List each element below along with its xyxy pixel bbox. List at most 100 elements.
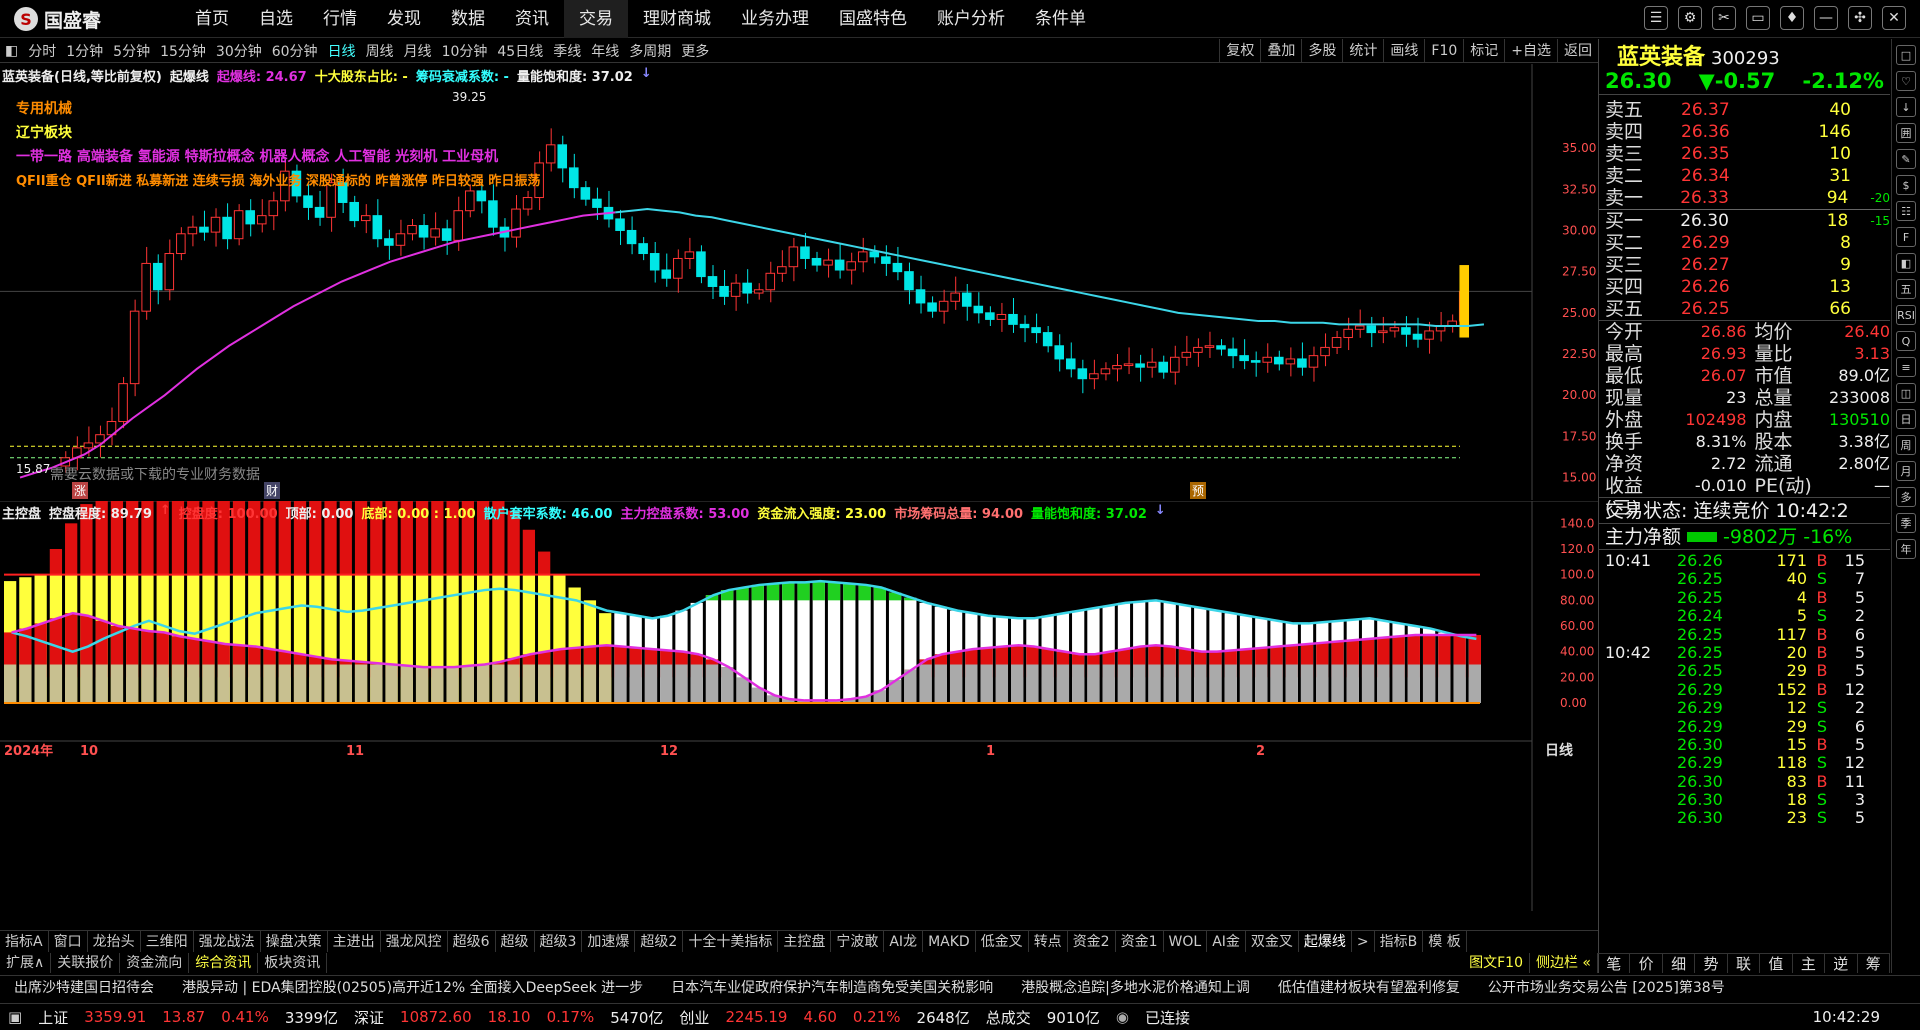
tick-row[interactable]: 26.30 15 B 5 xyxy=(1599,735,1890,754)
quote-tab[interactable]: 筹 xyxy=(1858,954,1890,973)
ask-row[interactable]: 卖五 26.37 40 xyxy=(1599,99,1890,121)
shirt-icon[interactable]: ♦ xyxy=(1780,6,1804,30)
minimize-icon[interactable]: — xyxy=(1814,6,1838,30)
nav-item[interactable]: 行情 xyxy=(308,0,372,38)
toolbar-icon[interactable]: 囲 xyxy=(1896,123,1916,143)
sub-tab[interactable]: 资金流向 xyxy=(120,953,190,973)
tick-row[interactable]: 26.29 118 S 12 xyxy=(1599,753,1890,772)
ask-row[interactable]: 卖二 26.34 31 xyxy=(1599,165,1890,187)
indicator-tab[interactable]: 强龙战法 xyxy=(194,931,261,952)
toolbar-icon[interactable]: □ xyxy=(1896,45,1916,65)
region-tag[interactable]: 辽宁板块 xyxy=(16,122,72,142)
toolbar-icon[interactable]: 季 xyxy=(1896,513,1916,533)
nav-item[interactable]: 账户分析 xyxy=(922,0,1020,38)
news-item[interactable]: 出席沙特建国日招待会 xyxy=(0,976,168,999)
nav-item[interactable]: 交易 xyxy=(564,0,628,38)
indicator-tab[interactable]: 加速爆 xyxy=(582,931,636,952)
indicator-tab[interactable]: 超级6 xyxy=(448,931,496,952)
event-flag[interactable]: 财 xyxy=(264,482,281,499)
tick-row[interactable]: 26.25 40 S 7 xyxy=(1599,569,1890,588)
event-flag[interactable]: 预 xyxy=(1190,482,1207,499)
indicator-tab[interactable]: 龙抬头 xyxy=(88,931,141,952)
bid-row[interactable]: 买四 26.26 13 xyxy=(1599,276,1890,298)
tick-row[interactable]: 26.24 5 S 2 xyxy=(1599,606,1890,625)
period-tab[interactable]: 30分钟 xyxy=(211,41,267,61)
indicator-tab[interactable]: 三维阳 xyxy=(141,931,194,952)
period-tab[interactable]: 60分钟 xyxy=(267,41,323,61)
close-icon[interactable]: ✕ xyxy=(1882,6,1906,30)
toolbar-icon[interactable]: ≡ xyxy=(1896,357,1916,377)
quote-tab[interactable]: 联 xyxy=(1728,954,1761,973)
chart-button[interactable]: 统计 xyxy=(1342,39,1383,63)
settings-icon[interactable]: ⚙ xyxy=(1678,6,1702,30)
toolbar-icon[interactable]: 年 xyxy=(1896,539,1916,559)
news-item[interactable]: 低估值建材板块有望盈利修复 xyxy=(1264,976,1474,999)
tick-row[interactable]: 26.29 29 S 6 xyxy=(1599,717,1890,736)
tick-row[interactable]: 10:41 26.26 171 B 15 xyxy=(1599,551,1890,570)
period-tab[interactable]: 周线 xyxy=(361,41,399,61)
period-tab[interactable]: 15分钟 xyxy=(155,41,211,61)
sub-tab[interactable]: 综合资讯 xyxy=(189,953,259,973)
nav-item[interactable]: 理财商城 xyxy=(628,0,726,38)
toolbar-icon[interactable]: 多 xyxy=(1896,487,1916,507)
quote-tab[interactable]: 势 xyxy=(1695,954,1728,973)
period-tab[interactable]: 日线 xyxy=(323,41,361,61)
feature-tags[interactable]: QFII重仓 QFII新进 私募新进 连续亏损 海外业务 深股通标的 昨曾涨停 … xyxy=(16,170,540,189)
tick-row[interactable]: 26.25 4 B 5 xyxy=(1599,588,1890,607)
chart-button[interactable]: 返回 xyxy=(1557,39,1598,63)
news-item[interactable]: 港股概念追踪|多地水泥价格通知上调 xyxy=(1007,976,1264,999)
sh-label[interactable]: 上证 xyxy=(30,1007,76,1028)
indicator-tab[interactable]: 主进出 xyxy=(328,931,381,952)
tick-list[interactable]: 10:41 26.26 171 B 15 26.25 40 S 7 26.25 4 B 5 26.24 5 S… xyxy=(1599,550,1890,828)
kline-chart[interactable]: 15.00 17.50 20.00 22.50 25.00 27.50 30.00 32.50… xyxy=(0,64,1598,500)
nav-item[interactable]: 自选 xyxy=(244,0,308,38)
news-item[interactable]: 日本汽车业促政府保护汽车制造商免受美国关税影响 xyxy=(657,976,1007,999)
tick-row[interactable]: 26.25 117 B 6 xyxy=(1599,625,1890,644)
toolbar-icon[interactable]: Q xyxy=(1896,331,1916,351)
indicator-tab[interactable]: WOL xyxy=(1164,931,1208,952)
period-tab[interactable]: 季线 xyxy=(548,41,586,61)
indicator-tab[interactable]: 强龙风控 xyxy=(381,931,448,952)
toolbar-icon[interactable]: F xyxy=(1896,227,1916,247)
chart-button[interactable]: +自选 xyxy=(1504,39,1557,63)
period-tab[interactable]: 更多 xyxy=(676,41,714,61)
toolbar-icon[interactable]: $ xyxy=(1896,175,1916,195)
indicator-tab[interactable]: 双金叉 xyxy=(1246,931,1299,952)
indicator-tab[interactable]: AI龙 xyxy=(884,931,924,952)
indicator-tab[interactable]: 超级3 xyxy=(535,931,583,952)
sub-tab[interactable]: 板块资讯 xyxy=(258,953,328,973)
news-item[interactable]: 港股异动 | EDA集团控股(02505)高开近12% 全面接入DeepSeek… xyxy=(168,976,657,999)
sidebar-toggle-icon[interactable]: ◧ xyxy=(0,43,23,59)
indicator-tab[interactable]: 指标B xyxy=(1375,931,1424,952)
indicator-tab[interactable]: > xyxy=(1352,931,1375,952)
indicator-tab[interactable]: 超级2 xyxy=(635,931,684,952)
tick-row[interactable]: 26.30 23 S 5 xyxy=(1599,809,1890,828)
period-tab[interactable]: 1分钟 xyxy=(61,41,108,61)
app-logo[interactable]: S 国盛睿 xyxy=(14,6,101,32)
toolbar-icon[interactable]: ◧ xyxy=(1896,253,1916,273)
chart-button[interactable]: 多股 xyxy=(1301,39,1342,63)
cy-label[interactable]: 创业 xyxy=(671,1007,717,1028)
indicator-tab[interactable]: AI金 xyxy=(1207,931,1246,952)
indicator-name[interactable]: 起爆线 xyxy=(170,66,209,85)
toolbar-icon[interactable]: ◫ xyxy=(1896,383,1916,403)
nav-item[interactable]: 条件单 xyxy=(1020,0,1101,38)
indicator-tab[interactable]: 起爆线 xyxy=(1299,931,1352,952)
nav-item[interactable]: 业务办理 xyxy=(726,0,824,38)
nav-item[interactable]: 首页 xyxy=(180,0,244,38)
period-tab[interactable]: 5分钟 xyxy=(108,41,155,61)
indicator-tab[interactable]: 窗口 xyxy=(49,931,88,952)
indicator-chart[interactable]: 0.00 20.00 40.00 60.00 80.00 100.0 120.0 140.0 2… xyxy=(0,501,1598,911)
nav-item[interactable]: 发现 xyxy=(372,0,436,38)
indicator-tab[interactable]: MAKD xyxy=(923,931,976,952)
indicator-tab[interactable]: 超级 xyxy=(496,931,535,952)
period-tab[interactable]: 多周期 xyxy=(624,41,676,61)
indicator-tab[interactable]: 转点 xyxy=(1029,931,1068,952)
tick-row[interactable]: 26.29 12 S 2 xyxy=(1599,698,1890,717)
quote-tab[interactable]: 价 xyxy=(1630,954,1663,973)
chart-button[interactable]: 复权 xyxy=(1219,39,1260,63)
toolbar-icon[interactable]: ☷ xyxy=(1896,201,1916,221)
toolbar-icon[interactable]: RSI xyxy=(1896,305,1916,325)
period-tab[interactable]: 分时 xyxy=(23,41,61,61)
concept-tags[interactable]: 一带一路 高端装备 氢能源 特斯拉概念 机器人概念 人工智能 光刻机 工业母机 xyxy=(16,146,498,166)
